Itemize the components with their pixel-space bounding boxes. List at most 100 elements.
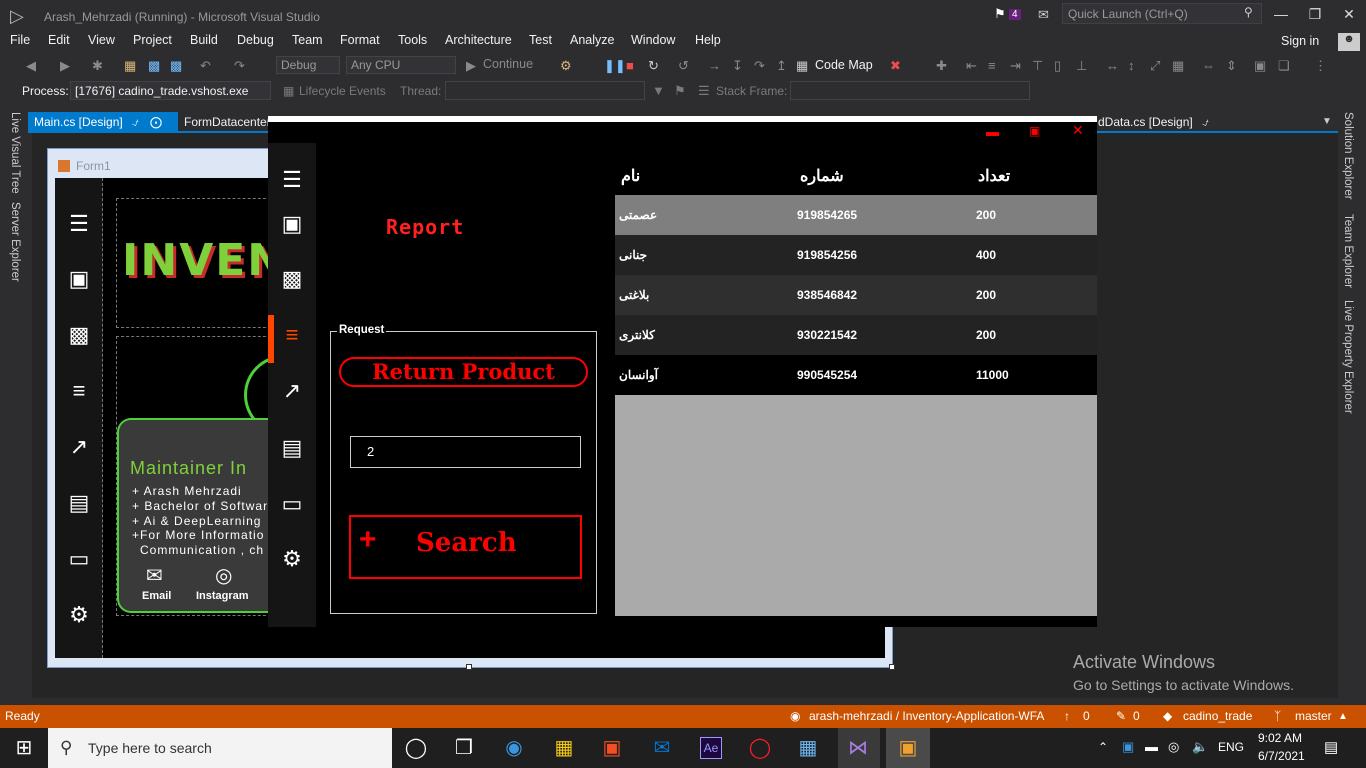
unpushed-commits-count[interactable]: 0 bbox=[1083, 709, 1090, 723]
pin-icon[interactable]: ⍻ bbox=[1202, 115, 1209, 129]
server-explorer-tab[interactable]: Server Explorer bbox=[9, 202, 21, 282]
continue-play-icon[interactable]: ▶ bbox=[466, 58, 476, 74]
menu-help[interactable]: Help bbox=[695, 33, 721, 47]
step-over-icon[interactable]: ↷ bbox=[754, 58, 765, 74]
project-name[interactable]: cadino_trade bbox=[1183, 709, 1252, 723]
make-same-width-icon[interactable]: ↔ bbox=[1106, 58, 1119, 73]
action-center-icon[interactable]: ▤ bbox=[1324, 738, 1338, 756]
lifecycle-events-button[interactable]: Lifecycle Events bbox=[299, 84, 386, 98]
column-header-name[interactable]: نام bbox=[621, 166, 640, 186]
column-header-number[interactable]: شماره bbox=[800, 166, 844, 186]
resize-handle[interactable] bbox=[466, 664, 472, 670]
show-hidden-icons-chevron-icon[interactable]: ⌃ bbox=[1098, 740, 1108, 754]
menu-edit[interactable]: Edit bbox=[48, 33, 70, 47]
close-icon[interactable]: ✕ bbox=[1072, 122, 1084, 139]
vertical-spacing-icon[interactable]: ⇕ bbox=[1226, 58, 1237, 74]
horizontal-spacing-icon[interactable]: ⇔ bbox=[1202, 58, 1215, 73]
sign-in-link[interactable]: Sign in bbox=[1281, 34, 1319, 48]
live-visual-tree-tab[interactable]: Live Visual Tree bbox=[9, 112, 21, 194]
maximize-icon[interactable]: ▣ bbox=[1029, 124, 1040, 138]
edge-browser-icon[interactable]: ◉ bbox=[494, 735, 534, 760]
pin-icon[interactable]: ⍻ bbox=[132, 115, 139, 129]
debug-target-icon[interactable]: ⚙ bbox=[560, 58, 572, 74]
task-view-icon[interactable]: ❐ bbox=[444, 735, 484, 760]
menu-file[interactable]: File bbox=[10, 33, 30, 47]
cash-register-icon[interactable]: ▤ bbox=[268, 435, 316, 461]
menu-analyze[interactable]: Analyze bbox=[570, 33, 614, 47]
forward-icon[interactable]: ▶ bbox=[60, 58, 70, 74]
calculator-icon[interactable]: ▦ bbox=[788, 735, 828, 760]
back-icon[interactable]: ◀ bbox=[26, 58, 36, 74]
list-icon[interactable]: ≡ bbox=[268, 322, 316, 348]
settings-gear-icon[interactable]: ⚙ bbox=[55, 602, 103, 628]
branch-name[interactable]: master bbox=[1295, 709, 1332, 723]
clock-date[interactable]: 6/7/2021 bbox=[1258, 749, 1305, 763]
menu-tools[interactable]: Tools bbox=[398, 33, 427, 47]
thread-select[interactable] bbox=[445, 81, 645, 100]
save-icon[interactable]: ▩ bbox=[148, 58, 160, 74]
input-language[interactable]: ENG bbox=[1218, 740, 1244, 754]
notification-flag-icon[interactable]: ⚑ bbox=[994, 6, 1006, 22]
bar-chart-icon[interactable]: ▣ bbox=[268, 211, 316, 237]
live-property-explorer-tab[interactable]: Live Property Explorer bbox=[1342, 300, 1354, 414]
solution-explorer-tab[interactable]: Solution Explorer bbox=[1342, 112, 1354, 200]
wallet-icon[interactable]: ▭ bbox=[268, 491, 316, 517]
list-icon[interactable]: ≡ bbox=[55, 378, 103, 404]
stop-debugging-icon[interactable]: ■ bbox=[626, 58, 634, 73]
menu-build[interactable]: Build bbox=[190, 33, 218, 47]
size-to-grid-icon[interactable]: ▦ bbox=[1172, 58, 1184, 74]
instagram-icon[interactable]: ◎ bbox=[215, 563, 232, 588]
menu-architecture[interactable]: Architecture bbox=[445, 33, 512, 47]
trend-chart-icon[interactable]: ↗ bbox=[55, 434, 103, 460]
file-explorer-icon[interactable]: ▦ bbox=[544, 735, 584, 760]
menu-test[interactable]: Test bbox=[529, 33, 552, 47]
column-header-count[interactable]: تعداد bbox=[978, 166, 1010, 186]
windows-start-icon[interactable]: ⊞ bbox=[4, 735, 44, 760]
redo-icon[interactable]: ↷ bbox=[234, 58, 245, 74]
code-map-button[interactable]: Code Map bbox=[815, 58, 873, 72]
maximize-window-button[interactable]: ❐ bbox=[1300, 6, 1330, 23]
hot-reload-icon[interactable]: ↺ bbox=[678, 58, 689, 74]
align-rights-icon[interactable]: ⇥ bbox=[1010, 58, 1021, 74]
tab-list-dropdown-icon[interactable]: ▼ bbox=[1322, 116, 1332, 127]
quantity-input[interactable]: 2 bbox=[350, 436, 581, 468]
cortana-icon[interactable]: ◯ bbox=[396, 735, 436, 760]
clock-time[interactable]: 9:02 AM bbox=[1258, 731, 1302, 745]
flag-threads-icon[interactable]: ⚑ bbox=[674, 83, 686, 99]
exceptions-icon[interactable]: ✖ bbox=[890, 58, 901, 74]
restart-icon[interactable]: ↻ bbox=[648, 58, 659, 74]
tab-pin-toggle-icon[interactable]: ⨀ bbox=[150, 115, 162, 129]
configuration-select[interactable]: Debug bbox=[276, 56, 340, 74]
new-project-icon[interactable]: ✱ bbox=[92, 58, 103, 74]
clipboard-icon[interactable]: ▩ bbox=[55, 322, 103, 348]
tray-app-icon[interactable]: ▣ bbox=[1122, 739, 1134, 755]
show-next-statement-icon[interactable]: → bbox=[708, 58, 721, 73]
search-icon[interactable]: ⚲ bbox=[1244, 5, 1253, 19]
minimize-icon[interactable]: ▬ bbox=[986, 124, 999, 139]
continue-button[interactable]: Continue bbox=[483, 57, 533, 71]
align-middles-icon[interactable]: ▯ bbox=[1054, 58, 1061, 74]
menu-project[interactable]: Project bbox=[133, 33, 172, 47]
menu-team[interactable]: Team bbox=[292, 33, 323, 47]
platform-select[interactable]: Any CPU bbox=[346, 56, 456, 74]
account-icon[interactable]: ☻ bbox=[1338, 33, 1360, 51]
bring-to-front-icon[interactable]: ❏ bbox=[1278, 58, 1290, 74]
store-icon[interactable]: ▣ bbox=[592, 735, 632, 760]
align-centers-icon[interactable]: ≡ bbox=[988, 58, 996, 73]
opera-icon[interactable]: ◯ bbox=[740, 735, 780, 760]
align-bottoms-icon[interactable]: ⊥ bbox=[1076, 58, 1087, 74]
trend-chart-icon[interactable]: ↗ bbox=[268, 378, 316, 404]
return-product-button[interactable]: Return Product bbox=[339, 357, 588, 387]
team-explorer-tab[interactable]: Team Explorer bbox=[1342, 214, 1354, 288]
hamburger-menu-icon[interactable]: ☰ bbox=[55, 211, 103, 237]
branch-menu-chevron-icon[interactable]: ▲ bbox=[1338, 711, 1348, 722]
after-effects-icon[interactable]: Ae bbox=[700, 737, 722, 759]
step-out-icon[interactable]: ↥ bbox=[776, 58, 787, 74]
wallet-icon[interactable]: ▭ bbox=[55, 546, 103, 572]
breakpoint-icon[interactable]: ✚ bbox=[936, 58, 947, 74]
make-same-height-icon[interactable]: ↕ bbox=[1128, 58, 1135, 73]
quick-launch-input[interactable]: Quick Launch (Ctrl+Q) bbox=[1062, 3, 1262, 24]
feedback-icon[interactable]: ✉ bbox=[1038, 7, 1049, 23]
break-all-icon[interactable]: ❚❚ bbox=[604, 58, 626, 74]
network-globe-icon[interactable]: ◎ bbox=[1168, 739, 1179, 755]
